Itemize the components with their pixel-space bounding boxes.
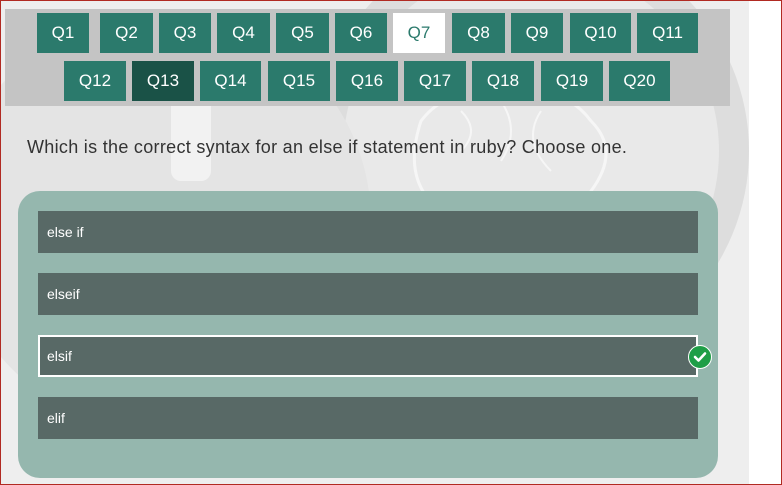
question-button-11[interactable]: Q11 xyxy=(637,13,698,53)
question-button-1[interactable]: Q1 xyxy=(37,13,89,53)
question-button-19[interactable]: Q19 xyxy=(541,61,603,101)
question-button-13[interactable]: Q13 xyxy=(132,61,194,101)
question-button-10[interactable]: Q10 xyxy=(570,13,631,53)
answers-panel: else if elseif elsif elif xyxy=(18,191,718,478)
answer-option-else-if[interactable]: else if xyxy=(38,211,698,253)
question-button-18[interactable]: Q18 xyxy=(472,61,534,101)
question-button-16[interactable]: Q16 xyxy=(336,61,398,101)
question-button-17[interactable]: Q17 xyxy=(404,61,466,101)
question-button-3[interactable]: Q3 xyxy=(159,13,211,53)
answer-option-elseif[interactable]: elseif xyxy=(38,273,698,315)
answer-option-elsif[interactable]: elsif xyxy=(38,335,698,377)
question-button-8[interactable]: Q8 xyxy=(452,13,505,53)
question-button-20[interactable]: Q20 xyxy=(609,61,670,101)
question-button-7[interactable]: Q7 xyxy=(393,13,445,53)
question-text: Which is the correct syntax for an else … xyxy=(27,137,628,157)
checkmark-icon xyxy=(688,345,712,369)
question-button-9[interactable]: Q9 xyxy=(511,13,563,53)
question-button-4[interactable]: Q4 xyxy=(217,13,270,53)
question-button-14[interactable]: Q14 xyxy=(200,61,261,101)
right-margin xyxy=(749,1,781,484)
question-button-6[interactable]: Q6 xyxy=(335,13,387,53)
question-button-2[interactable]: Q2 xyxy=(100,13,153,53)
question-button-12[interactable]: Q12 xyxy=(64,61,126,101)
app-frame: Q1 Q2 Q3 Q4 Q5 Q6 Q7 Q8 Q9 Q10 Q11 Q12 Q… xyxy=(0,0,782,485)
question-button-5[interactable]: Q5 xyxy=(276,13,329,53)
question-button-15[interactable]: Q15 xyxy=(268,61,330,101)
answer-option-elif[interactable]: elif xyxy=(38,397,698,439)
quiz-stage: Q1 Q2 Q3 Q4 Q5 Q6 Q7 Q8 Q9 Q10 Q11 Q12 Q… xyxy=(1,1,749,484)
